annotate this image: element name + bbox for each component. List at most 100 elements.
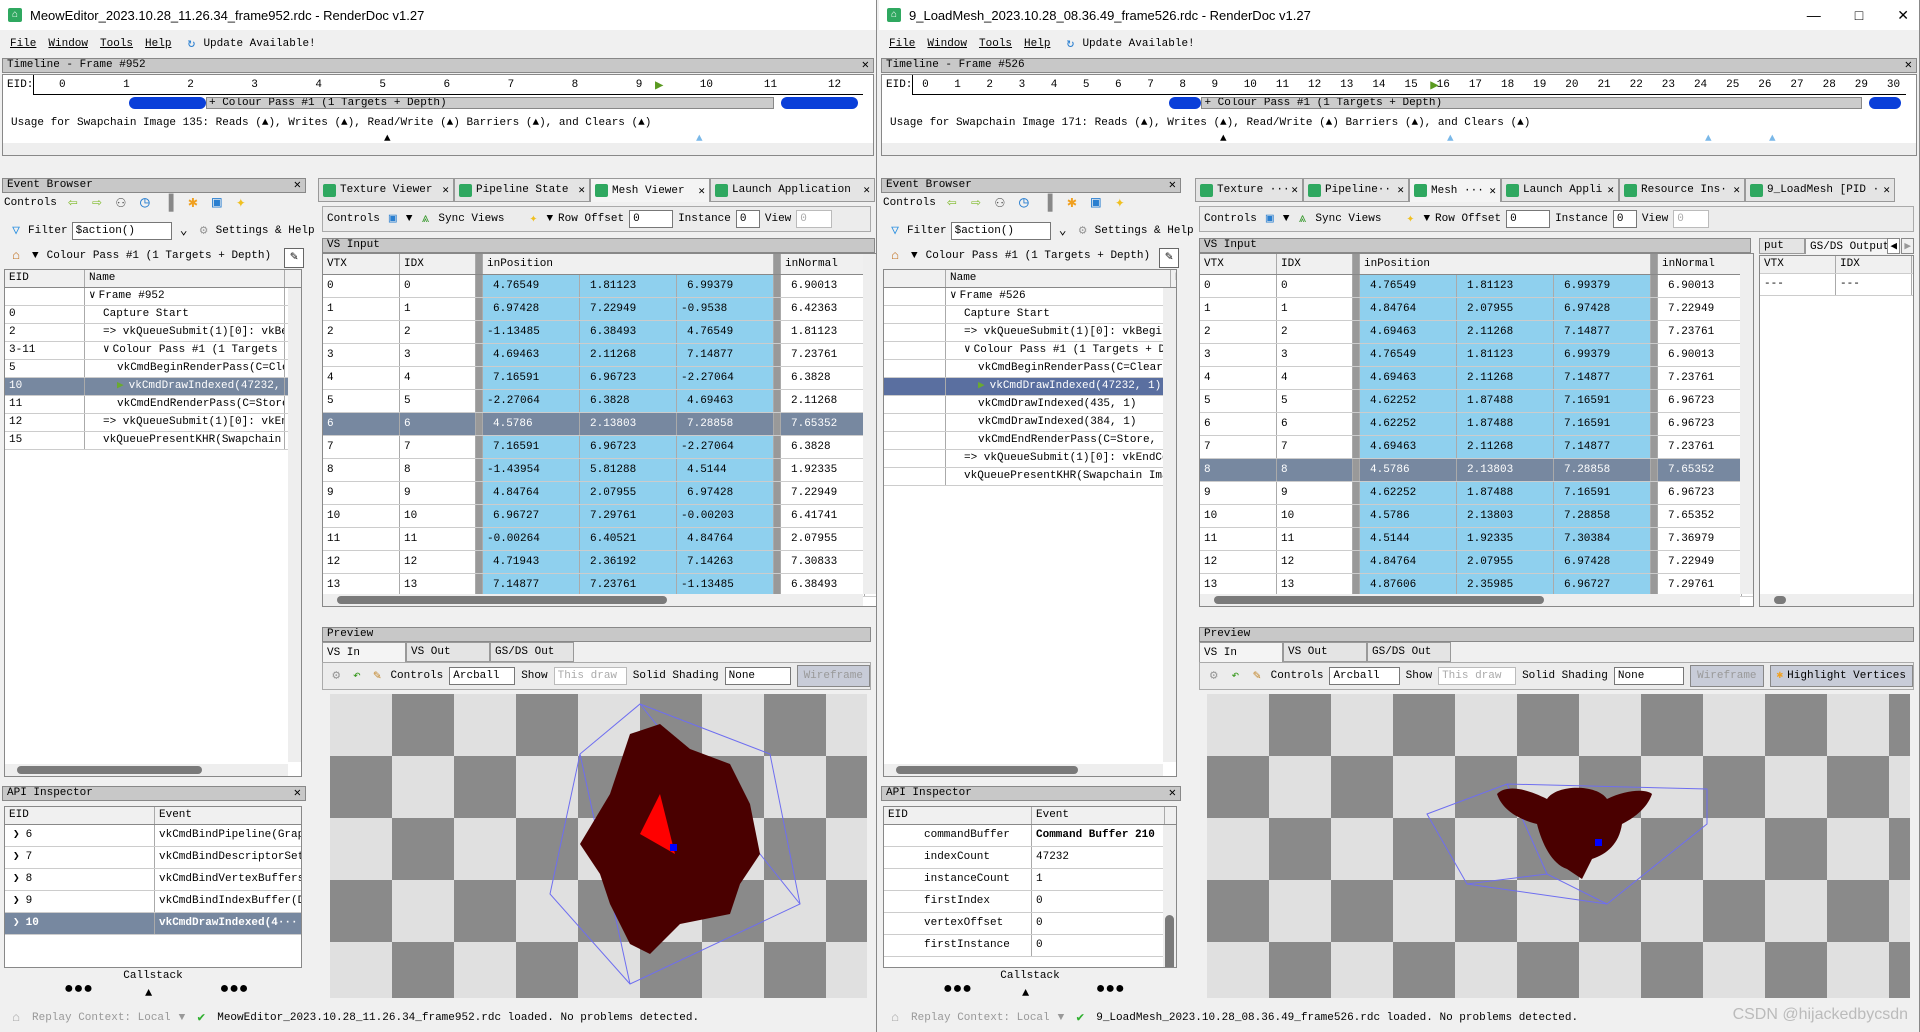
save-icon[interactable]: ▣ xyxy=(1262,211,1278,227)
mesh-preview-viewport[interactable] xyxy=(330,694,867,998)
close-icon[interactable]: ✕ xyxy=(1489,184,1496,198)
callstack-expand-icon[interactable]: ▲ xyxy=(145,986,152,1000)
scroll-thumb[interactable] xyxy=(1165,915,1174,967)
table-row[interactable]: 11 11 4.5144 1.92335 7.30384 7.36979 xyxy=(1200,528,1753,551)
column-header-vtx[interactable]: VTX xyxy=(1200,254,1277,274)
api-inspector-list[interactable]: EID Event commandBuffer Command Buffer 210 i… xyxy=(883,806,1177,968)
close-icon[interactable]: ✕ xyxy=(294,179,301,192)
event-row[interactable]: => vkQueueSubmit(1)[0]: vkEndCom xyxy=(884,450,1176,468)
tab-pipeline-state[interactable]: Pipeline State ✕ xyxy=(454,178,590,202)
tab-texture[interactable]: Texture ··· ✕ xyxy=(1195,178,1303,202)
expand-chevron-icon[interactable]: ∨ xyxy=(103,344,110,356)
api-row[interactable]: firstIndex 0 xyxy=(884,891,1176,913)
table-row[interactable]: 1 1 4.84764 2.07955 6.97428 7.22949 xyxy=(1200,298,1753,321)
expand-chevron-icon[interactable]: ❯ xyxy=(13,873,20,885)
api-row[interactable]: ❯8vkCmdBindVertexBuffers(0 xyxy=(5,869,301,891)
table-hscrollbar[interactable] xyxy=(1200,594,1740,606)
table-row[interactable]: 12 12 4.84764 2.07955 6.97428 7.22949 xyxy=(1200,551,1753,574)
api-row[interactable]: ❯7vkCmdBindDescriptorSets( xyxy=(5,847,301,869)
bookmark-icon[interactable]: ✱ xyxy=(185,195,201,211)
api-row[interactable]: ❯ 9 vkCmdBindIndexBuffer(De xyxy=(5,891,301,913)
event-list[interactable]: EID Name ∨ Frame #952 0 Capture Start 2 => vkQu… xyxy=(4,269,302,777)
instance-input[interactable]: 0 xyxy=(1612,210,1637,228)
breadcrumb-label[interactable]: Colour Pass #1 (1 Targets + Depth) xyxy=(926,250,1150,262)
scroll-thumb[interactable] xyxy=(17,766,202,774)
event-row[interactable]: 5 vkCmdBeginRenderPass(C=Clear xyxy=(5,360,301,378)
event-list-hscrollbar[interactable] xyxy=(5,764,288,776)
api-row[interactable]: indexCount 47232 xyxy=(884,847,1176,869)
menu-window[interactable]: Window xyxy=(927,38,967,50)
tab-vs-in[interactable]: VS In xyxy=(1199,642,1283,662)
maximize-button[interactable]: □ xyxy=(1855,7,1863,24)
settings-help-button[interactable]: Settings & Help xyxy=(1095,225,1194,237)
tab-vs-in[interactable]: VS In xyxy=(322,642,406,662)
tab-texture-viewer[interactable]: Texture Viewer ✕ xyxy=(318,178,454,202)
close-icon[interactable]: ✕ xyxy=(1733,183,1740,197)
close-icon[interactable]: ✕ xyxy=(1607,183,1614,197)
table-row[interactable]: 3 3 4.69463 2.11268 7.14877 7.23761 xyxy=(323,344,876,367)
table-vscrollbar[interactable] xyxy=(1740,254,1753,594)
splitter-dots-icon[interactable]: ●●● xyxy=(220,980,249,998)
timeline-scrollbar[interactable] xyxy=(3,143,873,155)
pass-bar[interactable]: + Colour Pass #1 (1 Targets + Depth) xyxy=(1201,97,1862,109)
tab-mesh-viewer[interactable]: Mesh Viewer ✕ xyxy=(590,178,710,202)
timeline[interactable]: EID: 0 1 2 3 4 5 6 7 8 9 10 11 12 ▶ + Colour Pass #1 (1… xyxy=(2,74,874,156)
column-header-inposition[interactable]: inPosition xyxy=(483,254,774,274)
tab-mesh[interactable]: Mesh ··· ✕ xyxy=(1409,178,1501,202)
table-row[interactable]: 2 2 4.69463 2.11268 7.14877 7.23761 xyxy=(1200,321,1753,344)
table-row[interactable]: 6 6 4.62252 1.87488 7.16591 6.96723 xyxy=(1200,413,1753,436)
splitter-dots-icon[interactable]: ●●● xyxy=(943,980,972,998)
api-row[interactable]: vertexOffset 0 xyxy=(884,913,1176,935)
filter-input[interactable]: $action() xyxy=(950,222,1051,240)
gs-ds-output-table[interactable]: VTX IDX --- --- xyxy=(1759,255,1914,607)
tab-put[interactable]: put xyxy=(1759,238,1805,254)
bookmark-icon[interactable]: ✱ xyxy=(1064,195,1080,211)
scroll-thumb[interactable] xyxy=(896,766,1079,774)
find-icon[interactable]: ⚇ xyxy=(113,195,129,211)
replay-context[interactable]: Replay Context: Local xyxy=(911,1012,1050,1024)
api-row[interactable]: ❯ 10 vkCmdDrawIndexed(4··· xyxy=(5,913,301,935)
table-hscrollbar[interactable] xyxy=(323,594,863,606)
api-row[interactable]: ❯ 6 vkCmdBindPipeline(Graph xyxy=(5,825,301,847)
settings-icon[interactable]: ⚙ xyxy=(329,668,343,684)
event-row[interactable]: vkCmdEndRenderPass(C=Store, D··· xyxy=(884,432,1176,450)
prev-event-icon[interactable]: ⇦ xyxy=(65,195,81,211)
vs-input-table[interactable]: VTX IDX inPosition inNormal 0 0 4.76549 1.81123… xyxy=(322,253,876,607)
mesh-preview-viewport[interactable] xyxy=(1207,694,1910,998)
callstack-bar[interactable]: Callstack ▲ ●●● ●●● xyxy=(4,970,302,1000)
edit-note-icon[interactable]: ✎ xyxy=(284,248,304,268)
close-icon[interactable]: ✕ xyxy=(1169,787,1176,800)
close-icon[interactable]: ✕ xyxy=(1397,183,1404,197)
splitter-dots-icon[interactable]: ●●● xyxy=(64,980,93,998)
column-header-idx[interactable]: IDX xyxy=(1277,254,1353,274)
table-row[interactable]: 8 8 -1.43954 5.81288 4.5144 1.92335 xyxy=(323,459,876,482)
settings-icon[interactable]: ⚙ xyxy=(1206,668,1222,684)
pass-bar[interactable]: + Colour Pass #1 (1 Targets + Depth) xyxy=(206,97,775,109)
breadcrumb-label[interactable]: Colour Pass #1 (1 Targets + Depth) xyxy=(47,250,271,262)
event-row[interactable]: vkCmdDrawIndexed(384, 1) xyxy=(884,414,1176,432)
find-icon[interactable]: ⚇ xyxy=(992,195,1008,211)
tab-launch-application[interactable]: Launch Application ✕ xyxy=(710,178,875,202)
close-icon[interactable]: ✕ xyxy=(698,184,705,198)
table-row[interactable]: 6 6 4.5786 2.13803 7.28858 7.65352 xyxy=(323,413,876,436)
table-row[interactable]: 9 9 4.62252 1.87488 7.16591 6.96723 xyxy=(1200,482,1753,505)
event-row[interactable]: ∨Colour Pass #1 (1 Targets + Dep··· xyxy=(884,342,1176,360)
table-row[interactable]: 4 4 4.69463 2.11268 7.14877 7.23761 xyxy=(1200,367,1753,390)
column-header[interactable]: EID xyxy=(5,270,85,287)
splitter-dots-icon[interactable]: ●●● xyxy=(1096,980,1125,998)
table-row[interactable]: 7 7 7.16591 6.96723 -2.27064 6.3828 xyxy=(323,436,876,459)
save-icon[interactable]: ▣ xyxy=(385,211,401,227)
save-icon[interactable]: ▣ xyxy=(209,195,225,211)
sync-views-button[interactable]: Sync Views xyxy=(1315,213,1381,225)
sync-views-button[interactable]: Sync Views xyxy=(438,213,504,225)
column-header-innormal[interactable]: inNormal xyxy=(1658,254,1742,274)
extensions-icon[interactable]: ✦ xyxy=(1112,195,1128,211)
table-row[interactable]: 3 3 4.76549 1.81123 6.99379 6.90013 xyxy=(1200,344,1753,367)
table-row[interactable]: 12 12 4.71943 2.36192 7.14263 7.30833 xyxy=(323,551,876,574)
callstack-expand-icon[interactable]: ▲ xyxy=(1022,986,1029,1000)
event-row[interactable]: Capture Start xyxy=(884,306,1176,324)
column-header-innormal[interactable]: inNormal xyxy=(781,254,865,274)
api-vscrollbar[interactable] xyxy=(1163,825,1176,967)
api-inspector-list[interactable]: EID Event ❯ 6 vkCmdBindPipeline(Graph ❯ 7 vkCmd… xyxy=(4,806,302,968)
table-row[interactable]: 2 2 -1.13485 6.38493 4.76549 1.81123 xyxy=(323,321,876,344)
